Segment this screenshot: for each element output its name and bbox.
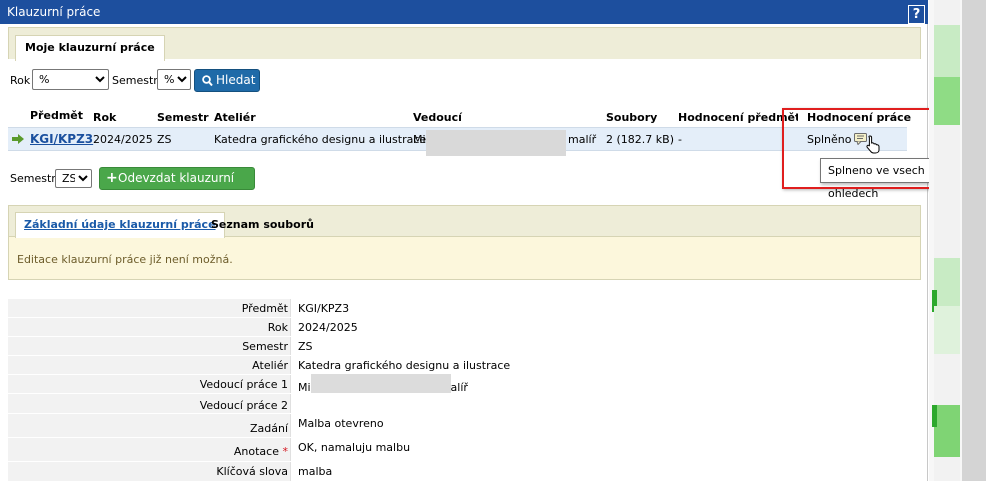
rok-value: 2024/2025 xyxy=(298,321,358,334)
odevzdat-button[interactable]: + Odevzdat klauzurní práci xyxy=(99,167,255,206)
window-titlebar: Klauzurní práce xyxy=(0,0,928,24)
anotace-label: Anotace xyxy=(233,445,279,458)
row-rok: 2024/2025 xyxy=(93,133,153,146)
form-row-predmet: Předmět KGI/KPZ3 xyxy=(8,298,921,317)
detail-panel: Základní údaje klauzurní práce Seznam so… xyxy=(8,205,921,280)
row-vedouci-prefix: Mi xyxy=(413,133,426,146)
atelier-value: Katedra grafického designu a ilustrace xyxy=(298,359,511,372)
col-semestr[interactable]: Semestr xyxy=(157,111,209,124)
form-row-klicova-slova: Klíčová slova malba xyxy=(8,461,921,481)
submit-semestr-label: Semestr: xyxy=(10,172,60,185)
row-soubory[interactable]: 2 (182.7 kB) xyxy=(606,133,674,146)
zadani-label: Zadání xyxy=(249,422,288,435)
zadani-value: Malba otevreno xyxy=(298,417,384,430)
predmet-link[interactable]: KGI/KPZ3 xyxy=(30,132,93,146)
klauzurni-prace-window: Klauzurní práce ? Moje klauzurní práce R… xyxy=(0,0,983,481)
odevzdat-button-label: Odevzdat klauzurní práci xyxy=(118,171,235,206)
form-row-semestr: Semestr ZS xyxy=(8,336,921,355)
predmet-label: Předmět xyxy=(241,302,288,315)
col-hodnoceni-predmetu[interactable]: Hodnocení předmětu xyxy=(678,111,798,124)
semestr-filter-select[interactable]: % xyxy=(157,69,191,90)
row-vedouci-suffix: malíř xyxy=(568,133,597,146)
search-icon xyxy=(202,75,213,87)
form-row-vedouci2: Vedoucí práce 2 xyxy=(8,393,921,413)
rok-filter-select[interactable]: % xyxy=(32,69,109,90)
col-soubory[interactable]: Soubory xyxy=(606,111,657,124)
anotace-value: OK, namaluju malbu xyxy=(298,441,411,454)
tab-seznam-souboru[interactable]: Seznam souborů xyxy=(211,218,314,231)
semestr-value: ZS xyxy=(298,340,313,353)
klicova-label: Klíčová slova xyxy=(216,465,288,478)
search-button-label: Hledat xyxy=(216,73,256,87)
row-arrow-icon xyxy=(12,134,24,144)
col-atelier[interactable]: Ateliér xyxy=(214,111,256,124)
background-sidebar xyxy=(929,0,986,481)
rok-filter-label: Rok xyxy=(10,74,31,87)
vedouci1-label: Vedoucí práce 1 xyxy=(199,378,288,391)
col-vedouci[interactable]: Vedoucí xyxy=(413,111,462,124)
table-row[interactable]: KGI/KPZ3 2024/2025 ZS Katedra grafického… xyxy=(8,127,907,156)
atelier-label: Ateliér xyxy=(252,359,288,372)
help-icon[interactable]: ? xyxy=(908,5,925,24)
detail-tab-bar: Základní údaje klauzurní práce Seznam so… xyxy=(9,206,920,238)
submit-semestr-select[interactable]: ZS xyxy=(55,169,92,188)
form-row-anotace: Anotace * OK, namaluju malbu xyxy=(8,437,921,461)
plus-icon: + xyxy=(106,170,118,186)
form-row-rok: Rok 2024/2025 xyxy=(8,317,921,336)
edit-disabled-notice: Editace klauzurní práce již není možná. xyxy=(17,253,233,266)
semestr-label: Semestr xyxy=(242,340,288,353)
row-semestr: ZS xyxy=(157,133,172,146)
anotace-label-wrap: Anotace * xyxy=(8,445,288,458)
main-tab-bar: Moje klauzurní práce xyxy=(8,27,921,61)
tab-moje-klauzurni-prace[interactable]: Moje klauzurní práce xyxy=(15,35,165,61)
tab-zakladni-udaje[interactable]: Základní údaje klauzurní práce xyxy=(15,212,225,238)
form-row-atelier: Ateliér Katedra grafického designu a ilu… xyxy=(8,355,921,374)
required-marker: * xyxy=(282,445,289,458)
klicova-value: malba xyxy=(298,465,333,478)
row-atelier: Katedra grafického designu a ilustrace xyxy=(214,133,427,146)
semestr-filter-label: Semestr xyxy=(112,74,158,87)
form-row-zadani: Zadání Malba otevreno xyxy=(8,413,921,437)
rok-label: Rok xyxy=(267,321,288,334)
col-predmet[interactable]: Předmět xyxy=(30,109,83,122)
predmet-value: KGI/KPZ3 xyxy=(298,302,350,315)
window-title: Klauzurní práce xyxy=(7,5,101,19)
search-button[interactable]: Hledat xyxy=(194,69,260,92)
vedouci2-label: Vedoucí práce 2 xyxy=(199,399,288,412)
redacted-name xyxy=(426,130,566,156)
form-row-vedouci1: Vedoucí práce 1 Mi alíř xyxy=(8,374,921,398)
col-rok[interactable]: Rok xyxy=(93,111,116,124)
row-hodnoceni-predmetu: - xyxy=(678,133,682,146)
